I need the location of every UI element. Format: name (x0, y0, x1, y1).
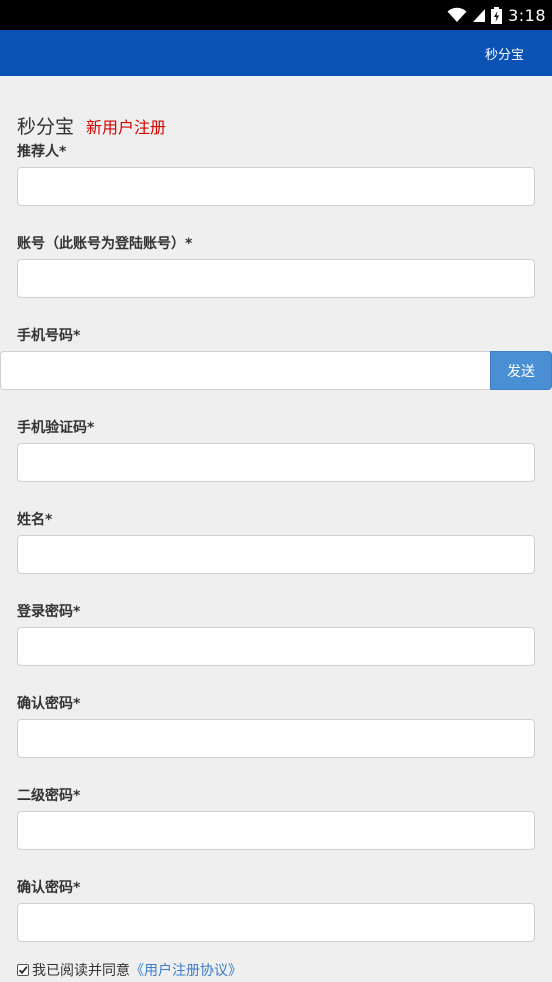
account-label: 账号（此账号为登陆账号）* (17, 236, 193, 252)
confirm-password-label: 确认密码* (17, 696, 81, 712)
confirm-secondary-password-group: 确认密码* (17, 878, 535, 942)
name-label: 姓名* (17, 512, 53, 528)
sms-code-group: 手机验证码* (17, 418, 535, 482)
sms-code-label: 手机验证码* (17, 420, 95, 436)
status-time: 3:18 (508, 5, 546, 25)
account-input[interactable] (17, 259, 535, 298)
agreement-text: 我已阅读并同意 (32, 963, 130, 979)
phone-row: 发送 (0, 351, 552, 390)
send-code-button[interactable]: 发送 (490, 351, 552, 390)
status-bar: 3:18 (0, 0, 552, 30)
account-group: 账号（此账号为登陆账号）* (17, 234, 535, 298)
secondary-password-input[interactable] (17, 811, 535, 850)
phone-input[interactable] (0, 351, 490, 390)
sms-code-input[interactable] (17, 443, 535, 482)
confirm-secondary-password-input[interactable] (17, 903, 535, 942)
phone-group: 手机号码* 发送 (0, 326, 552, 390)
signal-icon (473, 9, 486, 22)
app-bar-title[interactable]: 秒分宝 (485, 44, 524, 63)
wifi-icon (447, 7, 467, 22)
confirm-secondary-password-label: 确认密码* (17, 880, 81, 896)
phone-label: 手机号码* (17, 328, 81, 344)
confirm-password-input[interactable] (17, 719, 535, 758)
login-password-label: 登录密码* (17, 604, 81, 620)
agreement-link[interactable]: 《用户注册协议》 (130, 960, 242, 980)
agreement-checkbox[interactable] (17, 964, 29, 976)
referrer-input[interactable] (17, 167, 535, 206)
referrer-group: 推荐人* (17, 142, 535, 206)
login-password-input[interactable] (17, 627, 535, 666)
page-subtitle: 新用户注册 (86, 118, 167, 137)
page-brand: 秒分宝 (17, 116, 75, 138)
confirm-password-group: 确认密码* (17, 694, 535, 758)
registration-form: 秒分宝 新用户注册 推荐人* 账号（此账号为登陆账号）* 手机号码* 发送 手机… (0, 112, 552, 942)
app-bar: 秒分宝 (0, 30, 552, 76)
page-title: 秒分宝 新用户注册 (17, 112, 535, 142)
name-input[interactable] (17, 535, 535, 574)
secondary-password-group: 二级密码* (17, 786, 535, 850)
battery-icon (491, 6, 503, 24)
name-group: 姓名* (17, 510, 535, 574)
referrer-label: 推荐人* (17, 144, 67, 160)
agreement-row: 我已阅读并同意 《用户注册协议》 (17, 960, 242, 980)
secondary-password-label: 二级密码* (17, 788, 81, 804)
checkbox-checked-icon (18, 966, 28, 975)
login-password-group: 登录密码* (17, 602, 535, 666)
